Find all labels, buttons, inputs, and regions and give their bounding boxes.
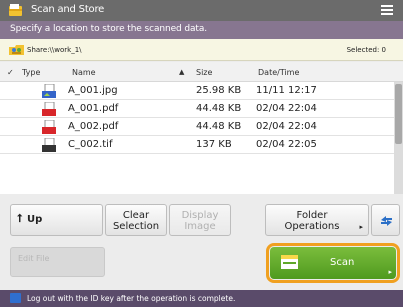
up-button[interactable]: ⭡ Up	[10, 204, 103, 236]
up-arrow-icon: ⭡	[17, 212, 23, 225]
title-bar: Scan and Store	[0, 0, 403, 21]
table-row[interactable]: A_001.pdf 44.48 KB 02/04 22:04	[0, 100, 394, 118]
image-file-icon	[42, 84, 56, 98]
status-bar: Log out with the ID key after the operat…	[0, 290, 403, 307]
id-key-icon	[10, 293, 21, 303]
instruction-text: Specify a location to store the scanned …	[0, 21, 403, 39]
submenu-arrow-icon: ▸	[359, 223, 363, 231]
clear-label-line2: Selection	[112, 221, 160, 232]
scan-and-store-app-icon	[9, 4, 22, 16]
refresh-button[interactable]	[371, 204, 400, 236]
scan-options-arrow-icon: ▸	[388, 268, 392, 276]
pdf-file-icon	[42, 120, 56, 134]
pdf-file-icon	[42, 102, 56, 116]
file-name: A_002.pdf	[68, 121, 119, 132]
file-datetime: 11/11 12:17	[256, 85, 317, 96]
table-row[interactable]: A_001.jpg 25.98 KB 11/11 12:17	[0, 82, 394, 100]
refresh-icon	[381, 216, 392, 226]
file-datetime: 02/04 22:04	[256, 103, 317, 114]
folder-label-line2: Operations	[284, 221, 340, 232]
tiff-file-icon	[42, 138, 56, 152]
location-name: Share:\\work_1\	[27, 46, 82, 54]
file-datetime: 02/04 22:05	[256, 139, 317, 150]
selected-count: Selected: 0	[346, 46, 386, 54]
file-name: C_002.tif	[68, 139, 113, 150]
file-datetime: 02/04 22:04	[256, 121, 317, 132]
sort-ascending-icon: ▲	[179, 68, 185, 76]
table-row[interactable]: A_002.pdf 44.48 KB 02/04 22:04	[0, 118, 394, 136]
datetime-column-header[interactable]: Date/Time	[258, 68, 299, 77]
status-message: Log out with the ID key after the operat…	[27, 294, 236, 303]
shared-folder-icon	[9, 45, 24, 55]
folder-label-line1: Folder	[296, 210, 328, 221]
file-name: A_001.pdf	[68, 103, 119, 114]
file-size: 137 KB	[196, 139, 232, 150]
size-column-header[interactable]: Size	[196, 68, 212, 77]
folder-operations-button[interactable]: Folder Operations ▸	[265, 204, 369, 236]
scan-and-store-screen: Scan and Store Specify a location to sto…	[0, 0, 403, 307]
table-row[interactable]: C_002.tif 137 KB 02/04 22:05	[0, 136, 394, 154]
location-bar: Share:\\work_1\ Selected: 0	[0, 39, 403, 61]
name-column-header[interactable]: Name	[72, 68, 96, 77]
display-image-button[interactable]: Display Image	[169, 204, 231, 236]
display-label-line1: Display	[181, 210, 219, 221]
file-size: 44.48 KB	[196, 103, 242, 114]
file-list: ✓ Type Name ▲ Size Date/Time A_001.jpg 2…	[0, 62, 403, 194]
hamburger-menu-icon[interactable]	[381, 5, 393, 16]
scan-button[interactable]: Scan ▸	[270, 247, 396, 279]
scan-label: Scan	[330, 257, 355, 268]
scrollbar-thumb[interactable]	[395, 84, 402, 144]
file-name: A_001.jpg	[68, 85, 118, 96]
edit-file-button[interactable]: Edit File	[10, 247, 105, 277]
scan-button-highlight[interactable]: Scan ▸	[266, 243, 400, 283]
file-size: 25.98 KB	[196, 85, 242, 96]
type-column-header[interactable]: Type	[22, 68, 40, 77]
file-size: 44.48 KB	[196, 121, 242, 132]
checkmark-icon: ✓	[7, 68, 14, 77]
clear-selection-button[interactable]: Clear Selection	[105, 204, 167, 236]
table-header: ✓ Type Name ▲ Size Date/Time	[0, 62, 403, 82]
up-label: Up	[27, 214, 43, 225]
clear-label-line1: Clear	[122, 210, 150, 221]
scan-icon	[281, 255, 298, 269]
app-title: Scan and Store	[31, 4, 105, 15]
display-label-line2: Image	[184, 221, 216, 232]
